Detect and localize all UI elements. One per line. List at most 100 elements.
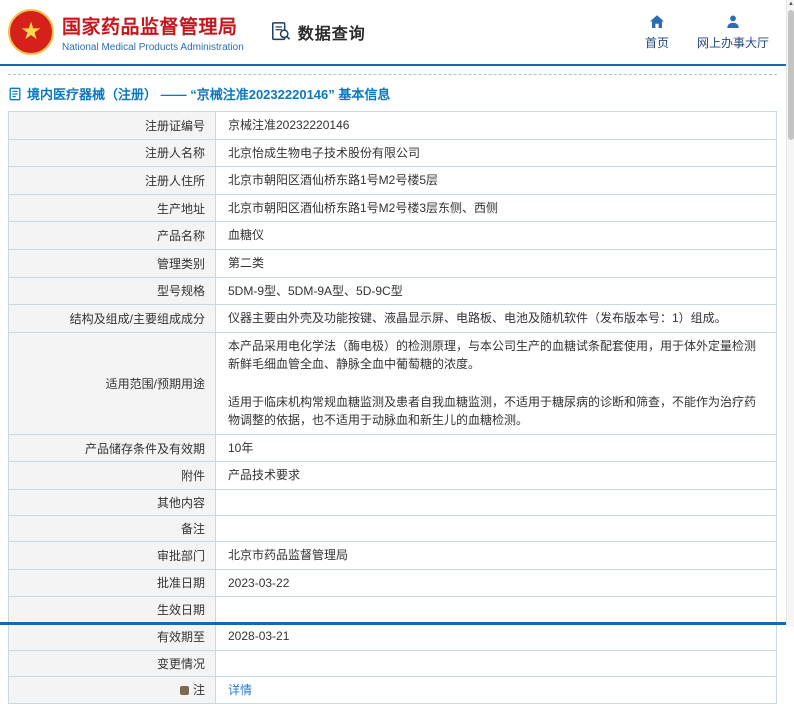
- table-row: 生产地址 北京市朝阳区酒仙桥东路1号M2号楼3层东侧、西侧: [8, 193, 777, 223]
- row-label-text: 管理类别: [156, 256, 205, 271]
- row-value: 10年: [215, 433, 777, 463]
- home-icon: [649, 14, 664, 28]
- table-row: 注 详情: [8, 675, 777, 704]
- row-label-text: 结构及组成/主要组成成分: [69, 311, 205, 326]
- row-label: 管理类别: [8, 248, 216, 278]
- table-row: 审批部门 北京市药品监督管理局: [8, 540, 777, 570]
- person-icon: [727, 15, 739, 28]
- table-row: 生效日期: [8, 596, 777, 624]
- agency-name-en: National Medical Products Administration: [62, 41, 244, 53]
- row-value: 北京市朝阳区酒仙桥东路1号M2号楼3层东侧、西侧: [215, 193, 777, 223]
- row-label: 生产地址: [8, 193, 216, 223]
- row-value: 第二类: [215, 248, 777, 278]
- row-label-text: 生效日期: [156, 603, 205, 618]
- row-label: 附件: [8, 461, 216, 490]
- row-value: 北京怡成生物电子技术股份有限公司: [215, 138, 777, 168]
- table-row: 型号规格 5DM-9型、5DM-9A型、5D-9C型: [8, 276, 777, 306]
- row-label: 其他内容: [8, 488, 216, 516]
- vertical-scrollbar[interactable]: ▲: [786, 0, 794, 627]
- table-row: 附件 产品技术要求: [8, 461, 777, 490]
- row-label-text: 产品名称: [156, 229, 205, 244]
- data-query-icon: [271, 22, 290, 41]
- row-label-text: 生产地址: [156, 201, 205, 216]
- row-label-text: 审批部门: [156, 548, 205, 563]
- row-label: 结构及组成/主要组成成分: [8, 304, 216, 333]
- row-label: 产品储存条件及有效期: [8, 433, 216, 463]
- row-value: 血糖仪: [215, 221, 777, 250]
- row-label: 适用范围/预期用途: [8, 331, 216, 435]
- row-label-text: 注册人名称: [144, 146, 205, 161]
- row-label-text: 注: [192, 683, 205, 698]
- row-label: 注册证编号: [8, 111, 216, 140]
- nav-service-hall-label: 网上办事大厅: [696, 35, 769, 50]
- row-value: 产品技术要求: [215, 461, 777, 490]
- footer-divider: [0, 622, 786, 625]
- row-value: [215, 649, 777, 677]
- row-label-text: 产品储存条件及有效期: [84, 441, 205, 456]
- row-label-text: 批准日期: [156, 576, 205, 591]
- row-label-text: 其他内容: [156, 495, 205, 510]
- table-row: 注册证编号 京械注准20232220146: [8, 111, 777, 140]
- brand-text: 国家药品监督管理局 National Medical Products Admi…: [62, 12, 244, 53]
- nav-home[interactable]: 首页: [645, 14, 669, 51]
- row-label-text: 备注: [180, 521, 205, 536]
- document-icon: [9, 87, 21, 100]
- page-title-row: 境内医疗器械（注册） —— “京械注准20232220146” 基本信息: [8, 75, 777, 111]
- row-label: 变更情况: [8, 649, 216, 677]
- scrollbar-thumb[interactable]: [788, 10, 794, 140]
- row-value: 北京市药品监督管理局: [215, 540, 777, 570]
- table-row: 适用范围/预期用途 本产品采用电化学法（酶电极）的检测原理，与本公司生产的血糖试…: [8, 331, 777, 435]
- row-label-text: 有效期至: [156, 629, 205, 644]
- row-value: [215, 596, 777, 624]
- row-value: 京械注准20232220146: [215, 111, 777, 140]
- row-label-text: 型号规格: [156, 284, 205, 299]
- row-label-text: 附件: [180, 469, 205, 484]
- info-table-body: 注册证编号 京械注准20232220146 注册人名称 北京怡成生物电子技术股份…: [8, 111, 777, 704]
- row-value: 仪器主要由外壳及功能按键、液晶显示屏、电路板、电池及随机软件（发布版本号：1）组…: [215, 304, 777, 333]
- table-row: 产品储存条件及有效期 10年: [8, 433, 777, 463]
- table-row: 其他内容: [8, 488, 777, 516]
- table-row: 备注: [8, 514, 777, 542]
- row-value: 详情: [215, 675, 777, 704]
- scrollbar-up-arrow-icon[interactable]: ▲: [787, 0, 794, 8]
- row-label: 审批部门: [8, 540, 216, 570]
- row-value: [215, 514, 777, 542]
- info-table: 注册证编号 京械注准20232220146 注册人名称 北京怡成生物电子技术股份…: [8, 111, 777, 704]
- detail-link[interactable]: 详情: [228, 683, 252, 697]
- note-icon: [179, 686, 189, 696]
- table-row: 批准日期 2023-03-22: [8, 568, 777, 598]
- nav-home-label: 首页: [644, 35, 669, 50]
- row-label: 型号规格: [8, 276, 216, 306]
- star-icon: ★: [20, 18, 42, 45]
- row-label-text: 变更情况: [156, 656, 205, 671]
- table-row: 变更情况: [8, 649, 777, 677]
- page-title: 境内医疗器械（注册） —— “京械注准20232220146” 基本信息: [27, 87, 391, 102]
- row-label: 批准日期: [8, 568, 216, 598]
- row-label: 注: [8, 675, 216, 704]
- data-query-label: 数据查询: [297, 26, 366, 43]
- row-label-text: 注册证编号: [144, 118, 205, 133]
- table-row: 产品名称 血糖仪: [8, 221, 777, 250]
- row-label: 产品名称: [8, 221, 216, 250]
- row-label: 注册人住所: [8, 166, 216, 195]
- brand: ★ 国家药品监督管理局 National Medical Products Ad…: [8, 9, 244, 55]
- table-row: 管理类别 第二类: [8, 248, 777, 278]
- row-value: 本产品采用电化学法（酶电极）的检测原理，与本公司生产的血糖试条配套使用，用于体外…: [215, 331, 777, 435]
- row-label: 生效日期: [8, 596, 216, 624]
- table-row: 结构及组成/主要组成成分 仪器主要由外壳及功能按键、液晶显示屏、电路板、电池及随…: [8, 304, 777, 333]
- table-row: 注册人住所 北京市朝阳区酒仙桥东路1号M2号楼5层: [8, 166, 777, 195]
- header-nav: 首页 网上办事大厅: [645, 14, 769, 51]
- nav-service-hall[interactable]: 网上办事大厅: [697, 14, 769, 51]
- row-label-text: 注册人住所: [144, 173, 205, 188]
- row-value: 北京市朝阳区酒仙桥东路1号M2号楼5层: [215, 166, 777, 195]
- table-row: 注册人名称 北京怡成生物电子技术股份有限公司: [8, 138, 777, 168]
- row-label: 备注: [8, 514, 216, 542]
- main-content: 境内医疗器械（注册） —— “京械注准20232220146” 基本信息 注册证…: [0, 66, 794, 704]
- row-value: 2023-03-22: [215, 568, 777, 598]
- site-header: ★ 国家药品监督管理局 National Medical Products Ad…: [0, 0, 794, 64]
- row-value: [215, 488, 777, 516]
- row-value: 5DM-9型、5DM-9A型、5D-9C型: [215, 276, 777, 306]
- row-label-text: 适用范围/预期用途: [105, 376, 205, 391]
- data-query-section: 数据查询: [270, 20, 366, 44]
- row-label: 注册人名称: [8, 138, 216, 168]
